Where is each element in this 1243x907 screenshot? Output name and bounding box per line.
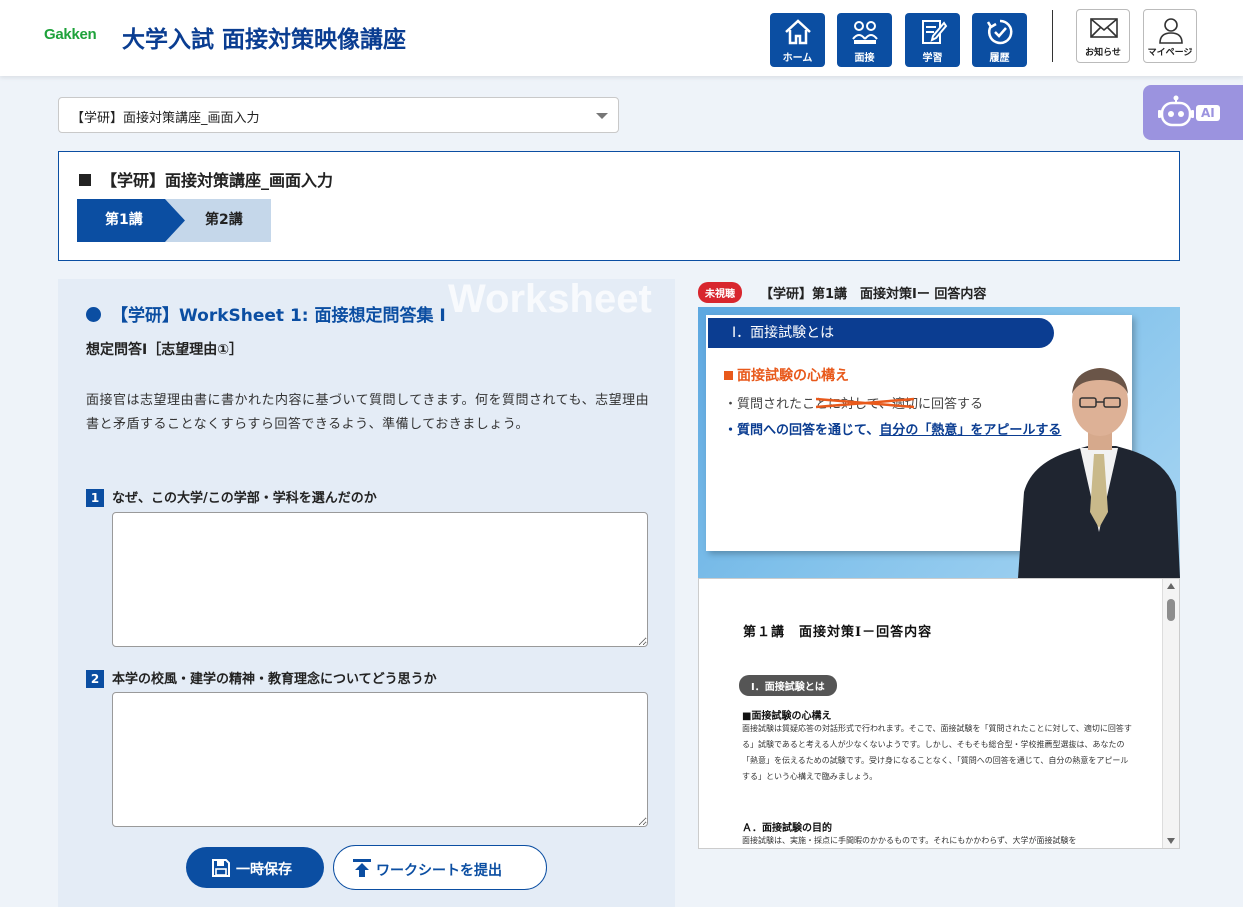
- worksheet-watermark: Worksheet: [448, 279, 652, 321]
- answer-2-textarea[interactable]: [112, 692, 648, 827]
- question-2-text: 本学の校風・建学の精神・教育理念についてどう思うか: [112, 672, 437, 687]
- course-select[interactable]: 【学研】面接対策講座_画面入力: [58, 97, 619, 133]
- question-number-badge: 2: [86, 670, 104, 688]
- study-icon: [922, 20, 948, 44]
- scroll-up-icon[interactable]: [1167, 583, 1175, 589]
- scrollbar-thumb[interactable]: [1167, 599, 1175, 621]
- site-title: 大学入試 面接対策映像講座: [122, 27, 407, 53]
- chevron-down-icon: [596, 113, 608, 119]
- user-icon: [1159, 18, 1183, 44]
- course-panel-title-text: 【学研】面接対策講座_画面入力: [101, 171, 334, 190]
- worksheet-panel: Worksheet 【学研】WorkSheet 1: 面接想定問答集 Ⅰ 想定問…: [58, 279, 675, 907]
- question-2-label: 2 本学の校風・建学の精神・教育理念についてどう思うか: [86, 668, 437, 688]
- worksheet-title-text: 【学研】WorkSheet 1: 面接想定問答集 Ⅰ: [111, 306, 446, 326]
- worksheet-subtitle: 想定問答Ⅰ［志望理由①］: [86, 342, 244, 358]
- nav-study-button[interactable]: 学習: [905, 13, 960, 67]
- worksheet-description: 面接官は志望理由書に書かれた内容に基づいて質問してきます。何を質問されても、志望…: [86, 393, 650, 432]
- mypage-label: マイページ: [1147, 48, 1193, 58]
- document-scrollbar[interactable]: [1162, 579, 1179, 848]
- step-tab-1[interactable]: 第1講: [77, 199, 185, 242]
- slide-line-2-prefix: ・質問への回答を通じて、: [724, 423, 880, 438]
- document-heading-2: Ａ．面接試験の目的: [742, 823, 832, 834]
- square-bullet-icon: [724, 371, 733, 380]
- presenter-image: [1018, 368, 1180, 578]
- ai-badge: AI: [1196, 105, 1220, 121]
- strikethrough-mark: [816, 397, 915, 409]
- document-paragraph-2: 面接試験は、実施・採点に手間暇のかかるものです。それにもかかわらず、大学が面接試…: [742, 836, 1077, 845]
- nav-interview-button[interactable]: 面接: [837, 13, 892, 67]
- nav-history-label: 履歴: [989, 53, 1010, 64]
- nav-interview-label: 面接: [854, 53, 875, 64]
- worksheet-title: 【学研】WorkSheet 1: 面接想定問答集 Ⅰ: [86, 301, 446, 326]
- header-divider: [1052, 10, 1053, 62]
- submit-worksheet-label: ワークシートを提出: [376, 863, 502, 879]
- nav-home-label: ホーム: [782, 53, 813, 64]
- slide-subheading-text: 面接試験の心構え: [737, 368, 849, 384]
- ai-assistant-tab[interactable]: AI: [1143, 85, 1243, 140]
- course-panel: 【学研】面接対策講座_画面入力 第2講 第1講: [58, 151, 1180, 261]
- interview-icon: [852, 21, 878, 44]
- home-icon: [785, 19, 811, 45]
- mail-icon: [1090, 18, 1118, 38]
- upload-icon: [353, 859, 371, 877]
- lecture-document-viewer[interactable]: 第１講 面接対策Ⅰ－回答内容 Ⅰ．面接試験とは ■面接試験の心構え 面接試験は質…: [698, 578, 1180, 849]
- document-paragraph-1: 面接試験は質疑応答の対話形式で行われます。そこで、面接試験を「質問されたことに対…: [742, 724, 1132, 781]
- submit-worksheet-button[interactable]: ワークシートを提出: [333, 845, 547, 890]
- slide-line-2: ・質問への回答を通じて、自分の「熱意」をアピールする: [724, 419, 1061, 438]
- floppy-disk-icon: [212, 859, 230, 877]
- question-number-badge: 1: [86, 489, 104, 507]
- question-1-label: 1 なぜ、この大学/この学部・学科を選んだのか: [86, 487, 377, 507]
- history-icon: [986, 19, 1013, 45]
- app-header: Gakken 大学入試 面接対策映像講座 ホーム 面接 学習 履歴 お知らせ マ…: [0, 0, 1243, 76]
- unwatched-badge: 未視聴: [698, 282, 742, 303]
- save-draft-label: 一時保存: [236, 862, 292, 878]
- document-heading-1: ■面接試験の心構え: [742, 711, 832, 722]
- nav-home-button[interactable]: ホーム: [770, 13, 825, 67]
- nav-study-label: 学習: [922, 53, 943, 64]
- video-player[interactable]: Ⅰ．面接試験とは 面接試験の心構え ・質問されたことに対して、適切に回答する ・…: [698, 307, 1180, 578]
- slide-heading: Ⅰ．面接試験とは: [708, 318, 1054, 348]
- notifications-button[interactable]: お知らせ: [1076, 9, 1130, 63]
- video-title: 【学研】第1講 面接対策Ⅰー 回答内容: [760, 287, 987, 302]
- question-1-text: なぜ、この大学/この学部・学科を選んだのか: [112, 491, 377, 506]
- answer-1-textarea[interactable]: [112, 512, 648, 647]
- document-section-pill: Ⅰ．面接試験とは: [739, 675, 837, 696]
- nav-history-button[interactable]: 履歴: [972, 13, 1027, 67]
- circle-bullet-icon: [86, 307, 101, 322]
- course-select-value: 【学研】面接対策講座_画面入力: [71, 111, 260, 126]
- robot-icon: [1158, 95, 1194, 127]
- gakken-logo[interactable]: Gakken: [44, 26, 97, 43]
- square-bullet-icon: [79, 174, 91, 186]
- course-panel-title: 【学研】面接対策講座_画面入力: [79, 167, 333, 191]
- notifications-label: お知らせ: [1085, 48, 1121, 58]
- save-draft-button[interactable]: 一時保存: [186, 847, 324, 888]
- slide-subheading: 面接試験の心構え: [724, 365, 849, 385]
- mypage-button[interactable]: マイページ: [1143, 9, 1197, 63]
- scroll-down-icon[interactable]: [1167, 838, 1175, 844]
- document-title: 第１講 面接対策Ⅰ－回答内容: [743, 625, 933, 640]
